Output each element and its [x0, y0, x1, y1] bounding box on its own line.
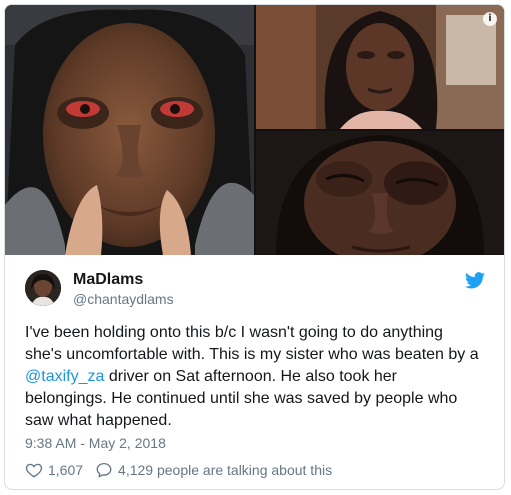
heart-icon[interactable]	[25, 461, 43, 479]
photo-main[interactable]	[5, 5, 254, 255]
tweet-text-line: driver on Sat afternoon. He also took he…	[108, 368, 398, 385]
timestamp[interactable]: 9:38 AM - May 2, 2018	[25, 435, 166, 451]
conversation-link[interactable]: 4,129 people are talking about this	[118, 462, 332, 478]
twitter-bird-icon[interactable]	[465, 272, 485, 289]
user-handle[interactable]: @chantaydlams	[73, 291, 174, 307]
info-icon[interactable]: i	[483, 12, 497, 26]
avatar[interactable]	[25, 270, 61, 306]
tweet-text: I've been holding onto this b/c I wasn't…	[25, 322, 495, 432]
tweet-actions: 1,607 4,129 people are talking about thi…	[25, 459, 332, 481]
mention-link[interactable]: @taxify_za	[25, 368, 104, 385]
tweet-text-line: I've been holding onto this b/c I wasn't…	[25, 324, 443, 341]
photo-bottom-right[interactable]	[256, 131, 504, 255]
media-grid: i	[5, 5, 504, 255]
like-count[interactable]: 1,607	[48, 462, 83, 478]
tweet-card: i MaDlams @chantaydlams I've been holdin…	[4, 4, 505, 490]
tweet-text-line: saw what happened.	[25, 412, 172, 429]
display-name[interactable]: MaDlams	[73, 271, 143, 289]
tweet-header: MaDlams @chantaydlams	[25, 269, 485, 313]
speech-bubble-icon[interactable]	[95, 461, 113, 479]
tweet-text-line: she's uncomfortable with. This is my sis…	[25, 346, 479, 363]
photo-top-right[interactable]: i	[256, 5, 504, 129]
tweet-text-line: belongings. He continued until she was s…	[25, 390, 458, 407]
